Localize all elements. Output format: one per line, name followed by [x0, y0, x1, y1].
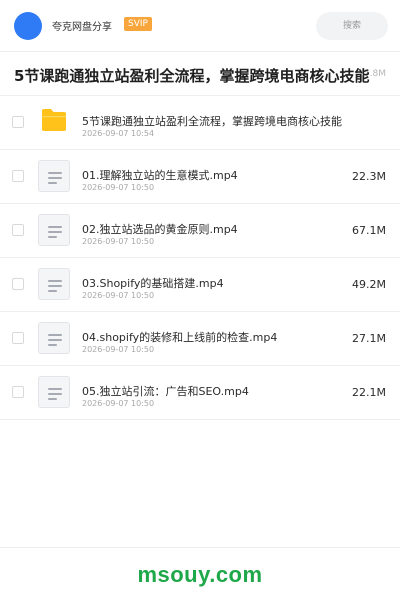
page-title: 5节课跑通独立站盈利全流程，掌握跨境电商核心技能 — [14, 67, 370, 85]
file-date: 2026-09-07 10:50 — [82, 183, 155, 192]
file-name: 03.Shopify的基础搭建.mp4 — [82, 277, 224, 290]
row-checkbox[interactable] — [12, 116, 24, 128]
file-date: 2026-09-07 10:50 — [82, 345, 155, 354]
file-date: 2026-09-07 10:54 — [82, 129, 155, 138]
row-checkbox[interactable] — [12, 386, 24, 398]
row-checkbox[interactable] — [12, 170, 24, 182]
share-page: 夸克网盘分享 SVIP 搜索 7.8M 5节课跑通独立站盈利全流程，掌握跨境电商… — [0, 0, 400, 600]
file-row[interactable]: 02.独立站选品的黄金原则.mp4 2026-09-07 10:50 67.1M — [0, 204, 400, 258]
file-date: 2026-09-07 10:50 — [82, 399, 155, 408]
search-input[interactable]: 搜索 — [316, 12, 388, 40]
video-file-icon — [38, 322, 70, 354]
folder-icon — [42, 109, 66, 131]
file-name: 04.shopify的装修和上线前的检查.mp4 — [82, 331, 278, 344]
video-file-icon — [38, 214, 70, 246]
site-watermark: msouy.com — [137, 562, 263, 587]
video-file-icon — [38, 268, 70, 300]
file-row[interactable]: 03.Shopify的基础搭建.mp4 2026-09-07 10:50 49.… — [0, 258, 400, 312]
search-placeholder: 搜索 — [342, 21, 361, 31]
row-checkbox[interactable] — [12, 224, 24, 236]
file-size: 22.3M — [352, 170, 386, 183]
header-bar: 夸克网盘分享 SVIP 搜索 — [0, 0, 400, 52]
file-name: 02.独立站选品的黄金原则.mp4 — [82, 223, 238, 236]
video-file-icon — [38, 160, 70, 192]
file-date: 2026-09-07 10:50 — [82, 291, 155, 300]
file-size: 27.1M — [352, 332, 386, 345]
file-list: 5节课跑通独立站盈利全流程，掌握跨境电商核心技能 2026-09-07 10:5… — [0, 96, 400, 420]
svip-badge: SVIP — [124, 17, 152, 31]
footer-divider — [0, 547, 400, 548]
file-row[interactable]: 05.独立站引流：广告和SEO.mp4 2026-09-07 10:50 22.… — [0, 366, 400, 420]
folder-title-bar: 7.8M 5节课跑通独立站盈利全流程，掌握跨境电商核心技能 — [0, 52, 400, 96]
file-name: 5节课跑通独立站盈利全流程，掌握跨境电商核心技能 — [82, 115, 342, 128]
sharer-name: 夸克网盘分享 — [52, 22, 112, 33]
video-file-icon — [38, 376, 70, 408]
row-checkbox[interactable] — [12, 278, 24, 290]
file-size: 67.1M — [352, 224, 386, 237]
file-row[interactable]: 04.shopify的装修和上线前的检查.mp4 2026-09-07 10:5… — [0, 312, 400, 366]
file-row[interactable]: 01.理解独立站的生意模式.mp4 2026-09-07 10:50 22.3M — [0, 150, 400, 204]
file-size: 22.1M — [352, 386, 386, 399]
file-name: 05.独立站引流：广告和SEO.mp4 — [82, 385, 249, 398]
row-checkbox[interactable] — [12, 332, 24, 344]
avatar — [14, 12, 42, 40]
file-size: 49.2M — [352, 278, 386, 291]
folder-row[interactable]: 5节课跑通独立站盈利全流程，掌握跨境电商核心技能 2026-09-07 10:5… — [0, 96, 400, 150]
file-name: 01.理解独立站的生意模式.mp4 — [82, 169, 238, 182]
file-date: 2026-09-07 10:50 — [82, 237, 155, 246]
